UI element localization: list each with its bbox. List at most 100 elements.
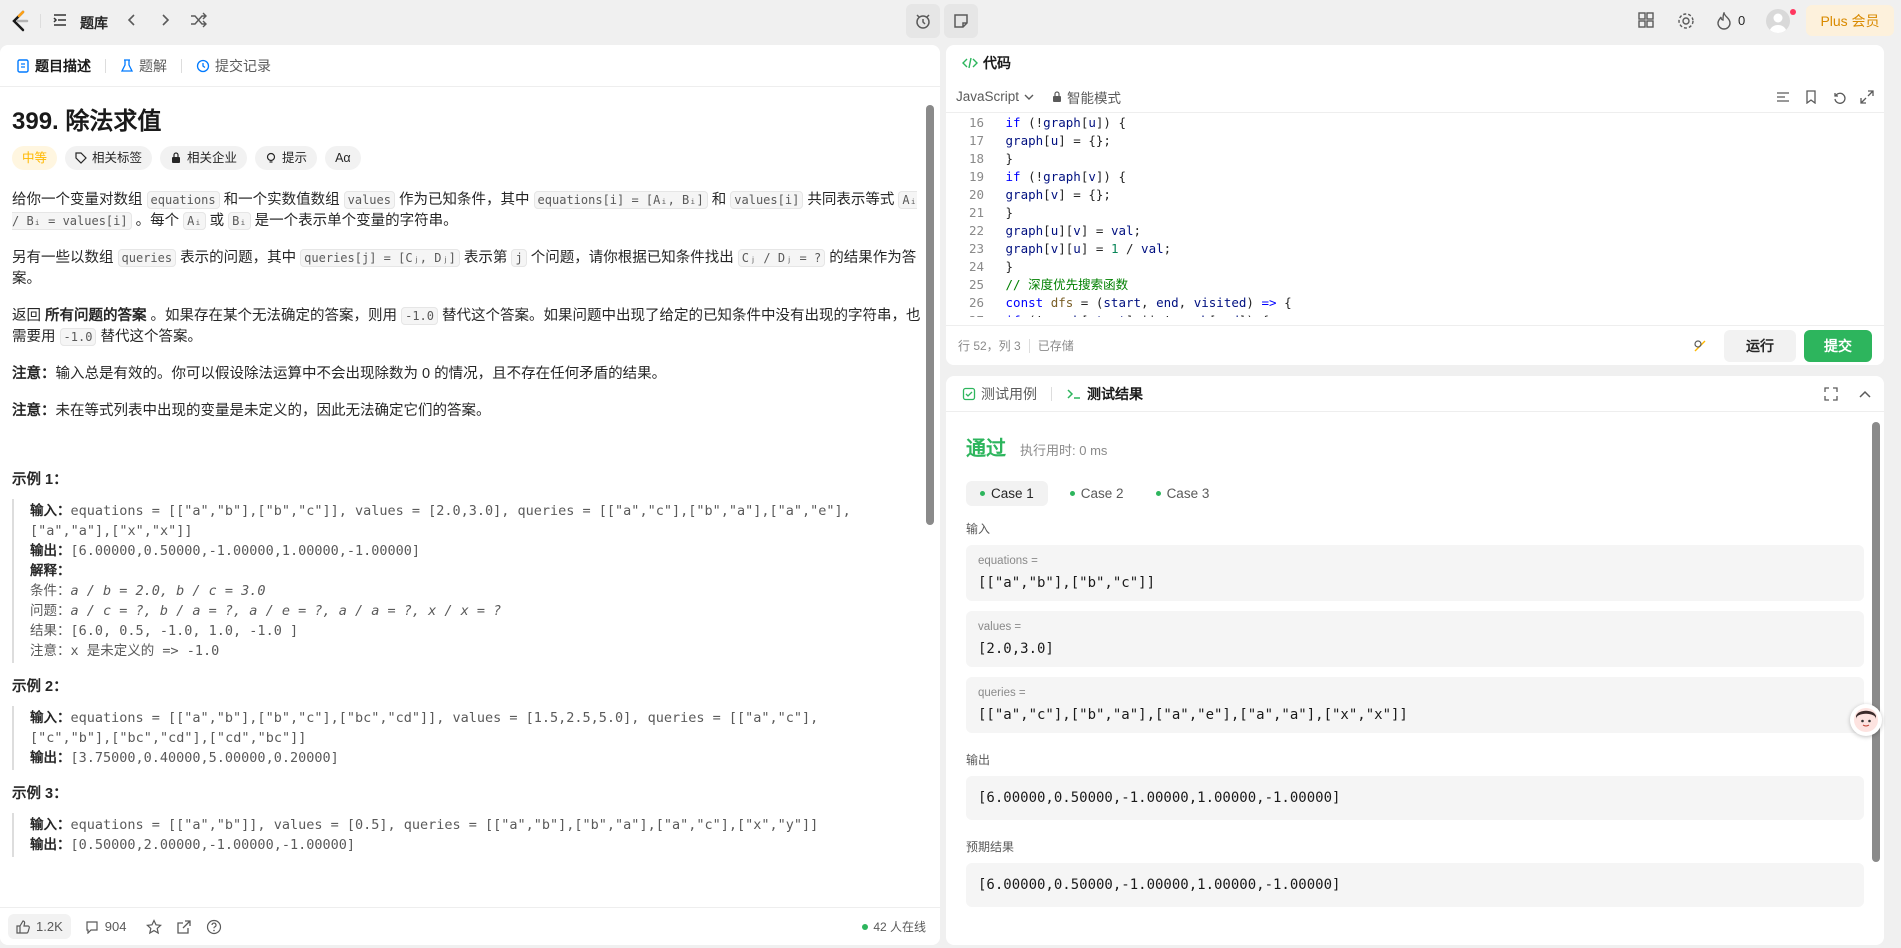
top-bar: 题库 0 Plus 会员 bbox=[0, 0, 1901, 42]
user-avatar[interactable] bbox=[1766, 9, 1790, 33]
settings-gear-icon[interactable] bbox=[1677, 12, 1695, 30]
thumbs-up-icon bbox=[16, 919, 30, 934]
flask-icon bbox=[120, 58, 134, 73]
related-companies-label: 相关企业 bbox=[187, 150, 238, 165]
premium-button[interactable]: Plus 会员 bbox=[1806, 5, 1894, 36]
code-line: 25 // 深度优先搜索函数 bbox=[968, 277, 1129, 292]
debug-icon[interactable] bbox=[1692, 338, 1708, 354]
hint-tag[interactable]: 提示 bbox=[255, 146, 318, 170]
editor-tabs: 代码 bbox=[946, 45, 1884, 81]
related-companies-tag[interactable]: 相关企业 bbox=[160, 146, 248, 170]
case-tabs: Case 1 Case 2 Case 3 bbox=[966, 481, 1864, 506]
streak-fire-icon[interactable] bbox=[1716, 12, 1732, 30]
chevron-up-icon[interactable] bbox=[1858, 387, 1872, 401]
font-size-tag[interactable]: Aα bbox=[325, 146, 361, 170]
results-body: 通过 执行用时: 0 ms Case 1 Case 2 Case 3 输入 eq… bbox=[946, 412, 1884, 945]
description-scrollbar[interactable] bbox=[926, 105, 934, 525]
note-2: 注意：未在等式列表中出现的变量是未定义的，因此无法确定它们的答案。 bbox=[12, 403, 491, 419]
code-line: 16 if (!graph[u]) { bbox=[968, 115, 1126, 130]
comment-icon bbox=[85, 920, 99, 934]
fullscreen-icon[interactable] bbox=[1860, 89, 1874, 104]
related-topics-tag[interactable]: 相关标签 bbox=[65, 146, 153, 170]
difficulty-badge[interactable]: 中等 bbox=[12, 146, 58, 170]
language-select[interactable]: JavaScript bbox=[956, 89, 1035, 104]
code-brackets-icon bbox=[962, 56, 978, 70]
notification-dot bbox=[1790, 9, 1796, 15]
comment-count: 904 bbox=[104, 919, 127, 934]
code-line: 24 } bbox=[968, 259, 1014, 274]
share-icon[interactable] bbox=[176, 919, 192, 935]
smart-mode[interactable]: 智能模式 bbox=[1051, 87, 1121, 107]
param-values: values = [2.0,3.0] bbox=[966, 611, 1864, 667]
code-line: 17 graph[u] = {}; bbox=[968, 133, 1111, 148]
tab-test-result-label: 测试结果 bbox=[1087, 385, 1143, 402]
terminal-icon bbox=[1066, 387, 1082, 401]
bookmark-icon[interactable] bbox=[1804, 89, 1818, 104]
code-area[interactable]: 16 if (!graph[u]) { 17 graph[u] = {}; 18… bbox=[946, 113, 1884, 317]
tab-code[interactable]: 代码 bbox=[954, 47, 1019, 79]
reset-icon[interactable] bbox=[1832, 90, 1846, 104]
help-icon[interactable] bbox=[206, 919, 222, 935]
results-scrollbar[interactable] bbox=[1872, 422, 1880, 862]
results-tabs: 测试用例 测试结果 bbox=[946, 376, 1884, 412]
case-tab-1[interactable]: Case 1 bbox=[966, 481, 1048, 506]
description-paragraph-3: 返回 所有问题的答案 。如果存在某个无法确定的答案，则用 -1.0 替代这个答案… bbox=[12, 307, 921, 346]
checkbox-icon bbox=[962, 387, 976, 401]
case-tab-3[interactable]: Case 3 bbox=[1146, 481, 1220, 506]
timer-icon[interactable] bbox=[906, 4, 940, 38]
submit-button[interactable]: 提交 bbox=[1804, 329, 1872, 362]
history-icon bbox=[196, 59, 210, 73]
expected-box: [6.00000,0.50000,-1.00000,1.00000,-1.000… bbox=[966, 863, 1864, 907]
tab-submissions-label: 提交记录 bbox=[215, 57, 271, 74]
tab-description-label: 题目描述 bbox=[35, 57, 91, 74]
star-icon[interactable] bbox=[146, 918, 163, 935]
lightbulb-icon bbox=[265, 152, 277, 164]
code-line: 23 graph[v][u] = 1 / val; bbox=[968, 241, 1172, 256]
prev-problem-icon[interactable] bbox=[124, 12, 140, 28]
test-results-panel: 测试用例 测试结果 通过 执行用时: 0 ms Case 1 Case 2 Ca… bbox=[946, 376, 1884, 945]
tab-submissions[interactable]: 提交记录 bbox=[188, 50, 279, 82]
tab-description[interactable]: 题目描述 bbox=[8, 50, 99, 82]
input-label: 输入 bbox=[966, 522, 991, 536]
example-1-block: 输入：equations = [["a","b"],["b","c"]], va… bbox=[12, 499, 928, 663]
tab-solutions[interactable]: 题解 bbox=[112, 50, 175, 82]
layout-icon[interactable] bbox=[1638, 12, 1654, 28]
save-status: 已存储 bbox=[1037, 339, 1074, 353]
online-count: 42 人在线 bbox=[862, 918, 926, 935]
comments-button[interactable]: 904 bbox=[85, 919, 127, 934]
example-2-title: 示例 2： bbox=[12, 679, 68, 695]
editor-statusbar: 行 52，列 3 已存储 运行 提交 bbox=[946, 325, 1884, 365]
description-paragraph-2: 另有一些以数组 queries 表示的问题，其中 queries[j] = [C… bbox=[12, 249, 917, 287]
problem-title: 399. 除法求值 bbox=[12, 108, 162, 135]
assistant-avatar[interactable] bbox=[1850, 704, 1882, 736]
shuffle-icon[interactable] bbox=[190, 12, 208, 28]
code-line: 20 graph[v] = {}; bbox=[968, 187, 1111, 202]
run-button[interactable]: 运行 bbox=[1724, 329, 1796, 362]
code-line: 21 } bbox=[968, 205, 1014, 220]
next-problem-icon[interactable] bbox=[157, 12, 173, 28]
code-line: 26 const dfs = (start, end, visited) => … bbox=[968, 295, 1292, 310]
leetcode-logo[interactable] bbox=[8, 9, 32, 33]
online-dot bbox=[862, 923, 869, 930]
tab-testcases-label: 测试用例 bbox=[981, 385, 1037, 402]
tab-testcases[interactable]: 测试用例 bbox=[954, 378, 1045, 410]
code-editor-panel: 代码 JavaScript 智能模式 16 if (!graph[u]) { 1… bbox=[946, 45, 1884, 365]
notes-icon[interactable] bbox=[944, 4, 978, 38]
document-icon bbox=[16, 58, 30, 73]
like-button[interactable]: 1.2K bbox=[8, 914, 71, 939]
tab-code-label: 代码 bbox=[983, 55, 1011, 71]
code-line: 27 if (!graph[start] || !graph[end]) { bbox=[946, 312, 1884, 317]
problem-list-link[interactable]: 题库 bbox=[80, 13, 108, 33]
problem-description: 399. 除法求值 中等 相关标签 相关企业 提示 Aα 给你一个变量对数组 e… bbox=[0, 87, 940, 945]
case-tab-2[interactable]: Case 2 bbox=[1060, 481, 1134, 506]
hint-label: 提示 bbox=[282, 150, 308, 165]
result-status: 通过 bbox=[966, 438, 1006, 460]
problem-list-icon[interactable] bbox=[52, 12, 68, 28]
problem-footer: 1.2K 904 42 人在线 bbox=[0, 907, 940, 945]
expand-icon[interactable] bbox=[1824, 386, 1838, 401]
output-box: [6.00000,0.50000,-1.00000,1.00000,-1.000… bbox=[966, 776, 1864, 820]
description-paragraph-1: 给你一个变量对数组 equations 和一个实数值数组 values 作为已知… bbox=[12, 191, 917, 230]
format-icon[interactable] bbox=[1776, 90, 1790, 104]
code-line: 19 if (!graph[v]) { bbox=[968, 169, 1126, 184]
tab-test-result[interactable]: 测试结果 bbox=[1058, 378, 1151, 410]
